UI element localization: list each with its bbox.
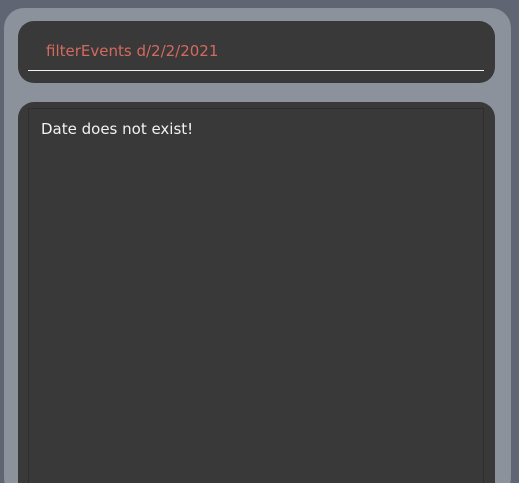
result-display: Date does not exist! — [18, 102, 495, 483]
result-text-area[interactable]: Date does not exist! — [28, 108, 484, 483]
app-window: Date does not exist! — [0, 0, 519, 483]
result-message: Date does not exist! — [41, 120, 194, 138]
command-input[interactable] — [28, 31, 484, 71]
command-box — [18, 21, 495, 83]
